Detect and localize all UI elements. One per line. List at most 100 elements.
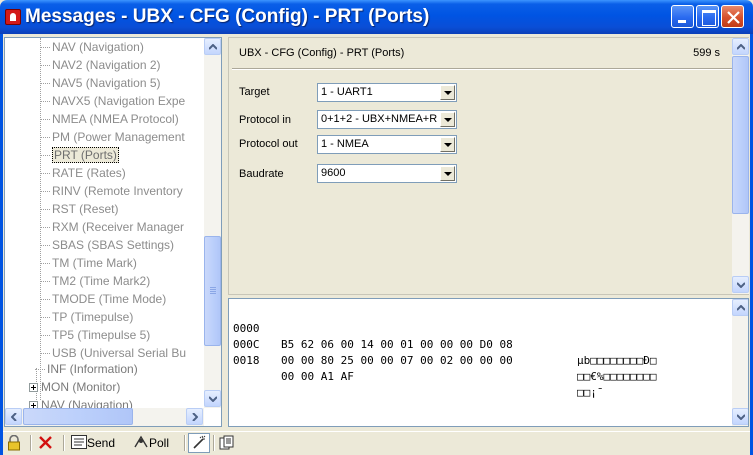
tree-item-label: NMEA (NMEA Protocol) <box>52 112 179 126</box>
protocol-in-label: Protocol in <box>239 114 291 126</box>
hex-dump[interactable]: 0000 B5 62 06 00 14 00 01 00 00 00 D0 08… <box>228 298 749 427</box>
tree-item[interactable]: PM (Power Management <box>40 128 185 146</box>
scroll-up-button[interactable] <box>732 299 748 316</box>
scroll-up-button[interactable] <box>204 38 221 55</box>
tree-connector <box>40 281 50 283</box>
tree-item[interactable]: TM2 (Time Mark2) <box>40 272 150 290</box>
send-icon <box>71 435 87 449</box>
protocol-in-select[interactable]: 0+1+2 - UBX+NMEA+R <box>317 110 457 129</box>
maximize-button[interactable] <box>696 5 719 28</box>
protocol-out-select[interactable]: 1 - NMEA <box>317 135 457 154</box>
tree-item[interactable]: NAV (Navigation) <box>40 38 144 56</box>
tree-item-label: TM (Time Mark) <box>52 256 137 270</box>
tree-item-label: TM2 (Time Mark2) <box>52 274 151 288</box>
scroll-thumb[interactable] <box>204 236 221 346</box>
tree-item[interactable]: TM (Time Mark) <box>40 254 137 272</box>
tree-connector <box>40 173 50 175</box>
hex-bytes: 00 00 A1 AF <box>281 370 354 383</box>
delete-button[interactable] <box>39 433 57 453</box>
close-icon <box>727 11 740 24</box>
scroll-thumb[interactable] <box>732 56 749 214</box>
tree-item[interactable]: NAV5 (Navigation 5) <box>40 74 161 92</box>
hex-ascii: µb□□□□□□□□Ð□ <box>577 354 657 367</box>
chevron-down-icon[interactable] <box>440 137 455 152</box>
close-button[interactable] <box>721 5 744 28</box>
tree-vertical-scrollbar[interactable] <box>204 38 221 408</box>
chevron-down-icon[interactable] <box>440 166 455 181</box>
scroll-left-button[interactable] <box>5 408 22 425</box>
poll-button[interactable]: Poll <box>133 433 179 453</box>
hex-row: 0000 B5 62 06 00 14 00 01 00 00 00 D0 08… <box>233 305 656 367</box>
send-label: Send <box>87 436 116 450</box>
tree-item-label: RXM (Receiver Manager <box>52 220 185 234</box>
tree-item[interactable]: RST (Reset) <box>40 200 118 218</box>
tree-connector <box>40 317 50 319</box>
expand-icon[interactable] <box>29 383 38 393</box>
hex-bytes: 00 00 80 25 00 00 07 00 02 00 00 00 <box>281 354 513 367</box>
target-select[interactable]: 1 - UART1 <box>317 83 457 102</box>
tree-item-mon[interactable]: MON (Monitor) <box>29 378 120 396</box>
tree-item[interactable]: TMODE (Time Mode) <box>40 290 166 308</box>
tree-item-label: USB (Universal Serial Bu <box>52 346 187 360</box>
baudrate-label: Baudrate <box>239 168 284 180</box>
title-bar[interactable]: Messages - UBX - CFG (Config) - PRT (Por… <box>0 0 753 34</box>
copy-button[interactable] <box>219 433 239 453</box>
scroll-right-button[interactable] <box>186 408 203 425</box>
tree-item-label: TMODE (Time Mode) <box>52 292 167 306</box>
hex-vertical-scrollbar[interactable] <box>732 299 748 426</box>
tree-item-label: TP5 (Timepulse 5) <box>52 328 151 342</box>
tree-item[interactable]: PRT (Ports) <box>40 146 119 164</box>
tree-list: NAV (Navigation) NAV2 (Navigation 2) NAV5 … <box>5 38 204 408</box>
tree-item-label: NAVX5 (Navigation Expe <box>52 94 186 108</box>
minimize-button[interactable] <box>671 5 694 28</box>
hex-address: 0018 <box>233 354 260 367</box>
tree-item[interactable]: TP5 (Timepulse 5) <box>40 326 150 344</box>
expand-icon[interactable] <box>29 401 38 408</box>
tree-item-label: PM (Power Management <box>52 130 185 144</box>
tree-item[interactable]: NAVX5 (Navigation Expe <box>40 92 185 110</box>
send-button[interactable]: Send <box>71 433 127 453</box>
tree-item-label: SBAS (SBAS Settings) <box>52 238 175 252</box>
chevron-up-icon <box>737 44 745 50</box>
scroll-down-button[interactable] <box>732 408 748 425</box>
app-icon[interactable] <box>5 9 21 25</box>
tree-connector <box>40 119 50 121</box>
auto-refresh-toggle[interactable] <box>188 433 210 453</box>
tree-connector <box>40 227 50 229</box>
scroll-thumb-horizontal[interactable] <box>23 408 133 425</box>
scroll-up-button[interactable] <box>732 38 749 55</box>
chevron-down-icon[interactable] <box>440 112 455 127</box>
lock-button[interactable] <box>7 433 27 453</box>
scroll-down-button[interactable] <box>204 390 221 407</box>
tree-connector <box>40 353 50 355</box>
tree-item[interactable]: RXM (Receiver Manager <box>40 218 184 236</box>
tree-item[interactable]: NMEA (NMEA Protocol) <box>40 110 179 128</box>
tree-connector <box>40 245 50 247</box>
chevron-down-icon[interactable] <box>440 85 455 100</box>
chevron-up-icon <box>209 44 217 50</box>
tree-horizontal-scrollbar[interactable] <box>5 408 204 426</box>
window-title: Messages - UBX - CFG (Config) - PRT (Por… <box>25 6 430 27</box>
tree-item[interactable]: NAV2 (Navigation 2) <box>40 56 161 74</box>
tree-item-inf[interactable]: INF (Information) <box>35 360 138 378</box>
chevron-up-icon <box>737 305 745 311</box>
tree-item[interactable]: SBAS (SBAS Settings) <box>40 236 174 254</box>
message-tree[interactable]: NAV (Navigation) NAV2 (Navigation 2) NAV5 … <box>4 37 222 427</box>
chevron-down-icon <box>209 396 217 402</box>
tree-item-nav[interactable]: NAV (Navigation) <box>29 396 133 408</box>
poll-icon <box>134 435 148 448</box>
panel-vertical-scrollbar[interactable] <box>732 38 749 294</box>
tree-connector <box>40 299 50 301</box>
hex-bytes: B5 62 06 00 14 00 01 00 00 00 D0 08 <box>281 338 513 351</box>
tree-item[interactable]: RINV (Remote Inventory <box>40 182 183 200</box>
tree-item-label: NAV5 (Navigation 5) <box>52 76 161 90</box>
tree-item[interactable]: TP (Timepulse) <box>40 308 133 326</box>
chevron-down-icon <box>737 282 745 288</box>
chevron-down-icon <box>737 414 745 420</box>
hex-row: 0018 00 00 A1 AF □□¡¯ <box>233 337 604 399</box>
baudrate-select[interactable]: 9600 <box>317 164 457 183</box>
tree-item[interactable]: RATE (Rates) <box>40 164 126 182</box>
tree-connector <box>40 137 50 139</box>
divider <box>232 68 732 70</box>
scroll-down-button[interactable] <box>732 276 749 293</box>
